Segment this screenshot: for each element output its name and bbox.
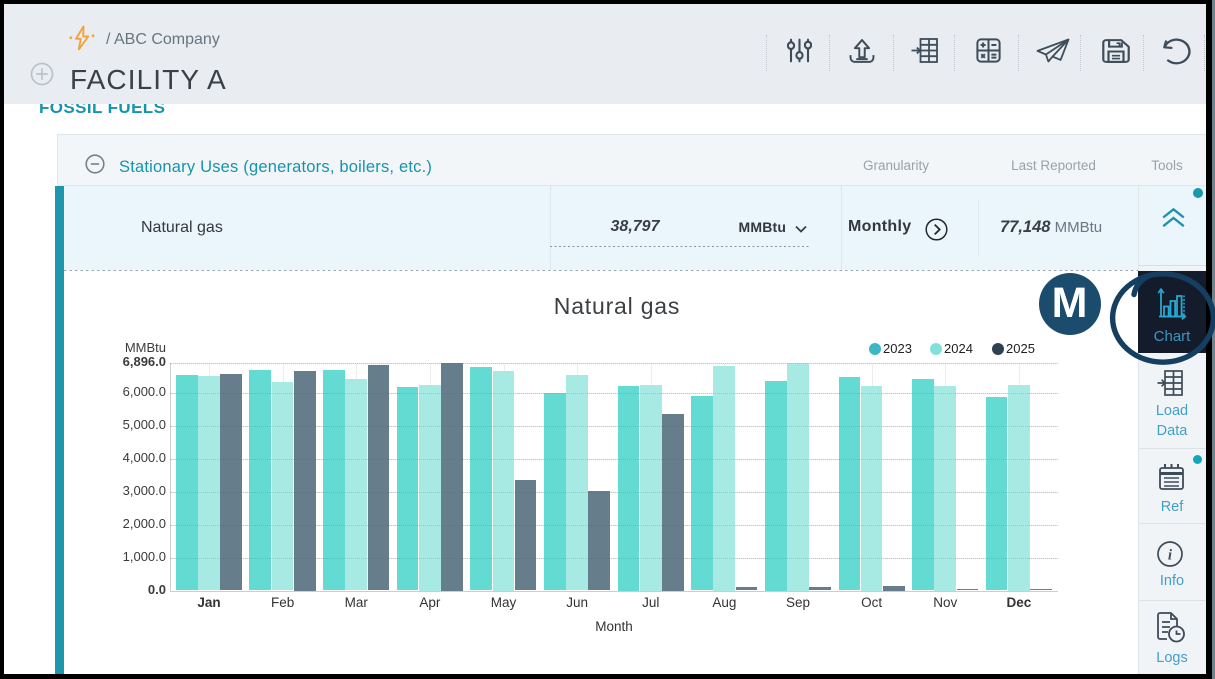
svg-text:i: i [1168,548,1173,564]
